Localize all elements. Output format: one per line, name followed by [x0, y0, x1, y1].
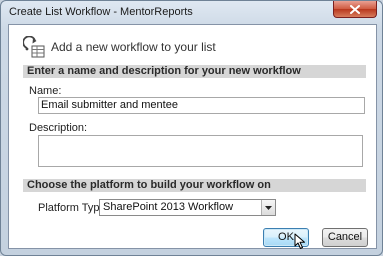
header-text: Add a new workflow to your list	[51, 40, 216, 54]
dialog-header: Add a new workflow to your list	[23, 36, 216, 58]
cancel-button[interactable]: Cancel	[322, 228, 368, 247]
section-platform: Choose the platform to build your workfl…	[23, 179, 366, 192]
description-label: Description:	[29, 122, 88, 134]
name-label: Name:	[29, 85, 62, 97]
section-name-description: Enter a name and description for your ne…	[23, 65, 366, 78]
dropdown-arrow-icon[interactable]	[261, 200, 275, 215]
platform-type-value: SharePoint 2013 Workflow	[103, 201, 234, 213]
workflow-icon	[23, 36, 45, 58]
platform-type-select[interactable]: SharePoint 2013 Workflow	[99, 199, 276, 216]
window-title: Create List Workflow - MentorReports	[9, 6, 193, 18]
name-input[interactable]: Email submitter and mentee	[38, 97, 365, 114]
close-icon	[350, 4, 360, 14]
mouse-cursor-icon	[294, 233, 305, 249]
title-bar[interactable]: Create List Workflow - MentorReports	[1, 1, 382, 21]
dialog-body: Add a new workflow to your list Enter a …	[8, 24, 377, 249]
dialog-window: Create List Workflow - MentorReports Add…	[0, 0, 383, 256]
description-input[interactable]	[38, 135, 363, 167]
close-button[interactable]	[333, 1, 377, 18]
